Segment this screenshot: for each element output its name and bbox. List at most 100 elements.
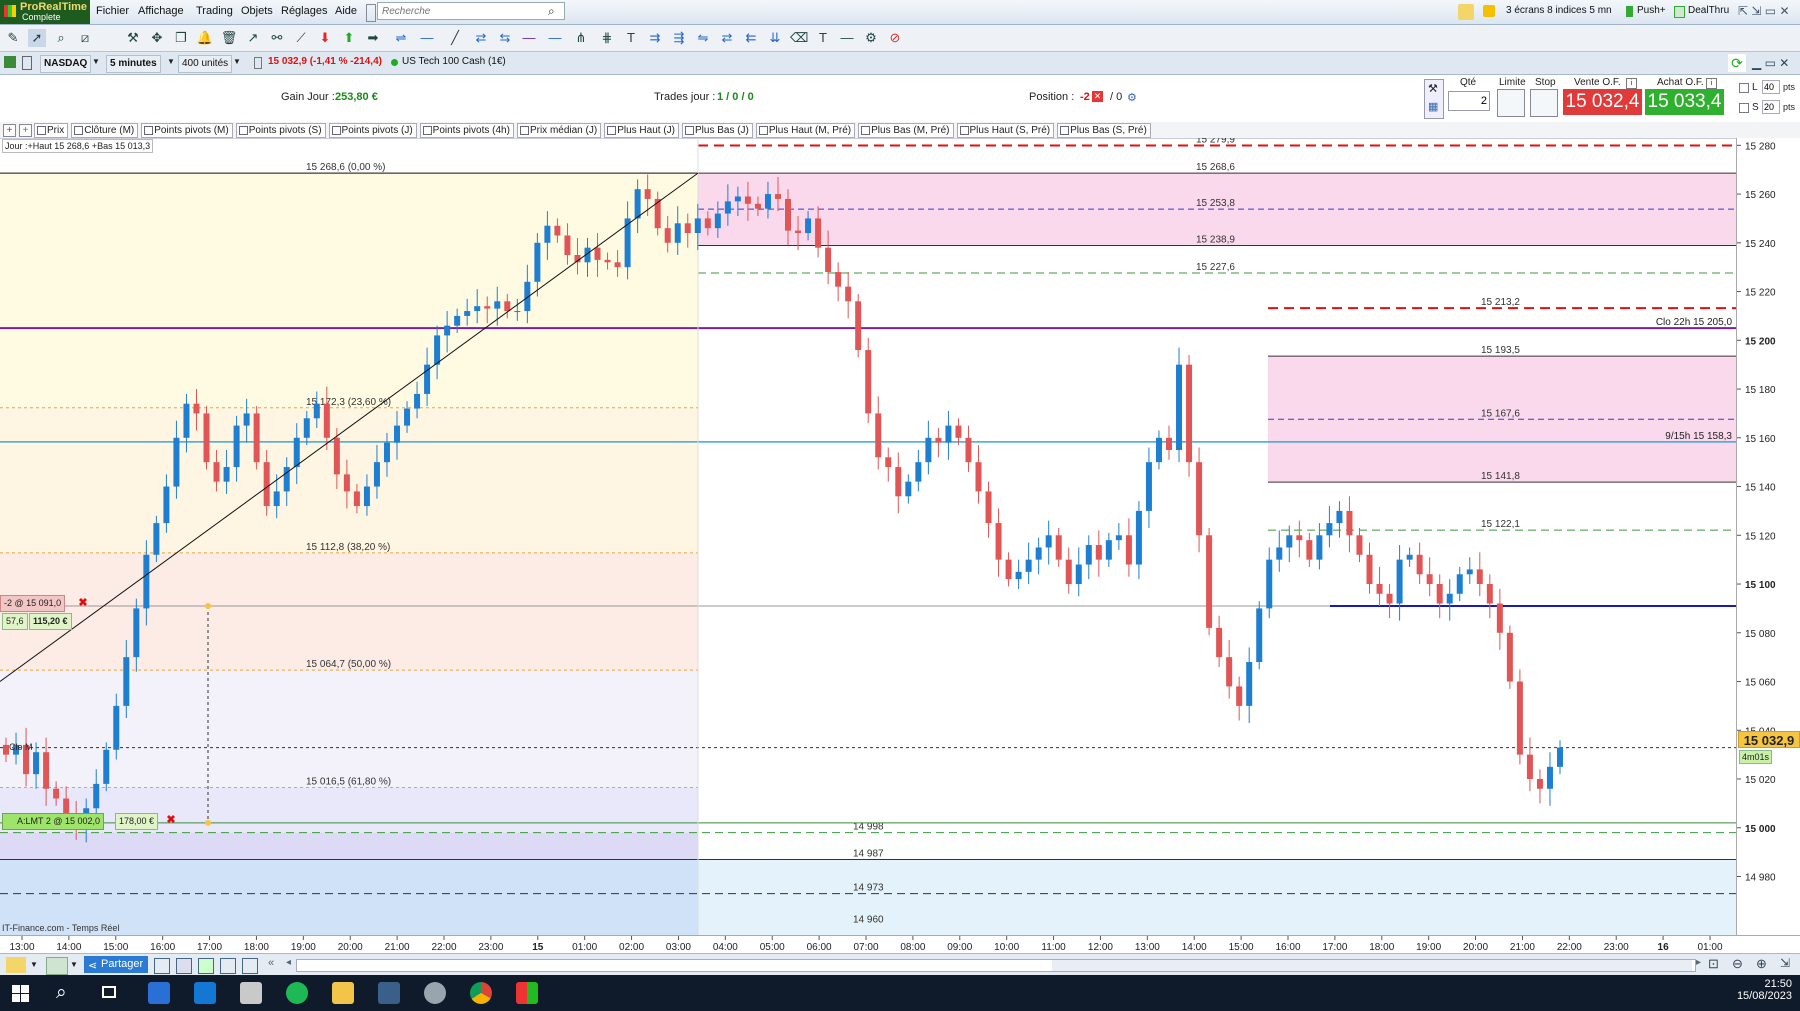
- fib-fan-icon[interactable]: ⋕: [598, 29, 616, 47]
- windows-start-icon[interactable]: [12, 985, 29, 1002]
- double-arrow-icon[interactable]: ⇆: [496, 29, 514, 47]
- limit-order-button[interactable]: [1497, 89, 1525, 117]
- hline2-icon[interactable]: ―: [546, 29, 564, 47]
- fib-icon[interactable]: ⋔: [572, 29, 590, 47]
- arrow-line-icon[interactable]: ↗: [244, 29, 262, 47]
- hline-icon[interactable]: ⇌: [392, 29, 410, 47]
- lock-icon[interactable]: [22, 56, 32, 70]
- spotify-icon[interactable]: [286, 982, 308, 1004]
- menu-objets[interactable]: Objets: [241, 5, 273, 17]
- l-checkbox[interactable]: [1739, 83, 1749, 93]
- alert-icon[interactable]: [1483, 5, 1495, 17]
- zoom-out-icon[interactable]: ⊖: [1732, 956, 1743, 972]
- indicator-chip[interactable]: Plus Bas (J): [681, 123, 753, 138]
- zoom-in-icon[interactable]: ⊕: [1756, 956, 1767, 972]
- menu-affichage[interactable]: Affichage: [138, 5, 184, 17]
- taskbar-search-icon[interactable]: ⌕: [56, 982, 67, 1004]
- price-axis[interactable]: 15 280 15 260 15 240 15 220 15 200 15 180 15 1…: [1736, 138, 1800, 935]
- arrow-right-icon[interactable]: ➡: [364, 29, 382, 47]
- segment-icon[interactable]: ⟋: [292, 29, 310, 47]
- units-select[interactable]: 400 unités: [178, 55, 233, 73]
- s-checkbox[interactable]: [1739, 103, 1749, 113]
- add-overlay-icon[interactable]: +: [19, 124, 32, 137]
- indicator-chip[interactable]: Plus Bas (M, Pré): [858, 123, 954, 138]
- chevron-down-icon[interactable]: ▼: [30, 960, 38, 969]
- indicator-chip[interactable]: Clôture (M): [71, 123, 139, 138]
- menu-fichier[interactable]: Fichier: [96, 5, 129, 17]
- link-icon[interactable]: ⚯: [268, 29, 286, 47]
- window-controls-icon[interactable]: ⇱ ⇲ ▭ ✕: [1738, 4, 1790, 18]
- cursor-icon[interactable]: ➚: [28, 29, 46, 47]
- file-explorer-dark-icon[interactable]: [240, 982, 262, 1004]
- ruler-icon[interactable]: ⧄: [76, 29, 94, 47]
- indicator-chip[interactable]: Plus Haut (J): [604, 123, 679, 138]
- table-icon[interactable]: [176, 958, 192, 974]
- layout-icon[interactable]: [220, 958, 236, 974]
- dealthru-button[interactable]: DealThru: [1685, 4, 1732, 17]
- ray-icon[interactable]: ―: [418, 29, 436, 47]
- refresh-icon[interactable]: ⟳: [1728, 54, 1746, 72]
- horizontal-scrollbar[interactable]: [296, 959, 1696, 972]
- qty-input[interactable]: [1448, 91, 1490, 111]
- sell-button[interactable]: 15 032,4: [1563, 89, 1642, 115]
- indicator-chip[interactable]: Prix médian (J): [516, 123, 602, 138]
- trash-icon[interactable]: 🗑: [220, 29, 238, 47]
- indicator-chip[interactable]: Points pivots (J): [328, 123, 417, 138]
- eraser-icon[interactable]: ⌫: [790, 29, 808, 47]
- calculator-app-icon[interactable]: [378, 982, 400, 1004]
- indicator-chip[interactable]: Plus Bas (S, Pré): [1057, 123, 1151, 138]
- trend-icon[interactable]: [1458, 4, 1474, 20]
- zoom-icon[interactable]: ⌕: [52, 29, 70, 47]
- move-icon[interactable]: ✥: [148, 29, 166, 47]
- indicator-chip[interactable]: Prix: [34, 123, 69, 138]
- buy-button[interactable]: 15 033,4: [1645, 89, 1724, 115]
- wrench-icon[interactable]: ⚒: [1428, 82, 1438, 95]
- brush-icon[interactable]: ⚒: [124, 29, 142, 47]
- price-chart[interactable]: 15 268,6 (0,00 %)15 172,3 (23,60 %)15 11…: [0, 138, 1736, 935]
- scroll-prev-icon[interactable]: ◂: [286, 957, 291, 968]
- prorealtime-icon[interactable]: [516, 982, 538, 1004]
- add-indicator-icon[interactable]: +: [3, 124, 16, 137]
- bell-icon[interactable]: 🔔: [196, 29, 214, 47]
- indicator-chip[interactable]: Points pivots (M): [141, 123, 233, 138]
- settings-icon[interactable]: ⚙: [1127, 91, 1137, 104]
- measure-icon[interactable]: ⇊: [766, 29, 784, 47]
- stop-order-button[interactable]: [1530, 89, 1558, 117]
- copy-icon[interactable]: ❐: [172, 29, 190, 47]
- pencil-icon[interactable]: ✎: [4, 29, 22, 47]
- clear-icon[interactable]: ⊘: [886, 29, 904, 47]
- market-select[interactable]: NASDAQ: [40, 55, 92, 73]
- scroll-next-icon[interactable]: ▸: [1696, 957, 1701, 968]
- arrow-down-icon[interactable]: ⬇: [316, 29, 334, 47]
- search-input[interactable]: [377, 2, 565, 20]
- chevron-down-icon[interactable]: ▼: [70, 960, 78, 969]
- l-points-input[interactable]: [1762, 80, 1780, 94]
- close-position-icon[interactable]: ✕: [1092, 91, 1103, 102]
- s-points-input[interactable]: [1762, 100, 1780, 114]
- pitchfork-icon[interactable]: ⇉: [646, 29, 664, 47]
- chart-type-icon[interactable]: [4, 56, 16, 68]
- line-icon[interactable]: ―: [520, 29, 538, 47]
- outlook-icon[interactable]: [148, 982, 170, 1004]
- indicator-chip[interactable]: Points pivots (S): [235, 123, 326, 138]
- zoom-fit-icon[interactable]: ⊡: [1708, 956, 1719, 972]
- indicator-chip[interactable]: Plus Haut (M, Pré): [755, 123, 856, 138]
- dash-icon[interactable]: ―: [838, 29, 856, 47]
- scroll-left-icon[interactable]: «: [268, 957, 274, 969]
- app-blue-icon[interactable]: [194, 982, 216, 1004]
- rectangle-icon[interactable]: ⇶: [670, 29, 688, 47]
- position-marker[interactable]: -2 @ 15 091,0: [0, 595, 66, 612]
- ellipse-icon[interactable]: ⇋: [694, 29, 712, 47]
- pencil-draw-icon[interactable]: [6, 957, 26, 973]
- folder-icon[interactable]: [332, 982, 354, 1004]
- time-axis[interactable]: 13:00 14:00 15:00 16:00 17:00 18:00 19:00 20:00…: [0, 935, 1800, 954]
- app-gray-icon[interactable]: [424, 982, 446, 1004]
- pane-controls-icon[interactable]: ▁ ▭ ✕: [1752, 56, 1789, 70]
- config-icon[interactable]: ⚙: [862, 29, 880, 47]
- search-icon[interactable]: ⌕: [548, 4, 555, 19]
- push-button[interactable]: Push+: [1634, 4, 1669, 17]
- tools-icon[interactable]: [242, 958, 258, 974]
- timeframe-select[interactable]: 5 minutes: [106, 55, 161, 73]
- menu-aide[interactable]: Aide: [335, 5, 357, 17]
- limit-order-marker[interactable]: A:LMT 2 @ 15 002,0: [2, 813, 105, 830]
